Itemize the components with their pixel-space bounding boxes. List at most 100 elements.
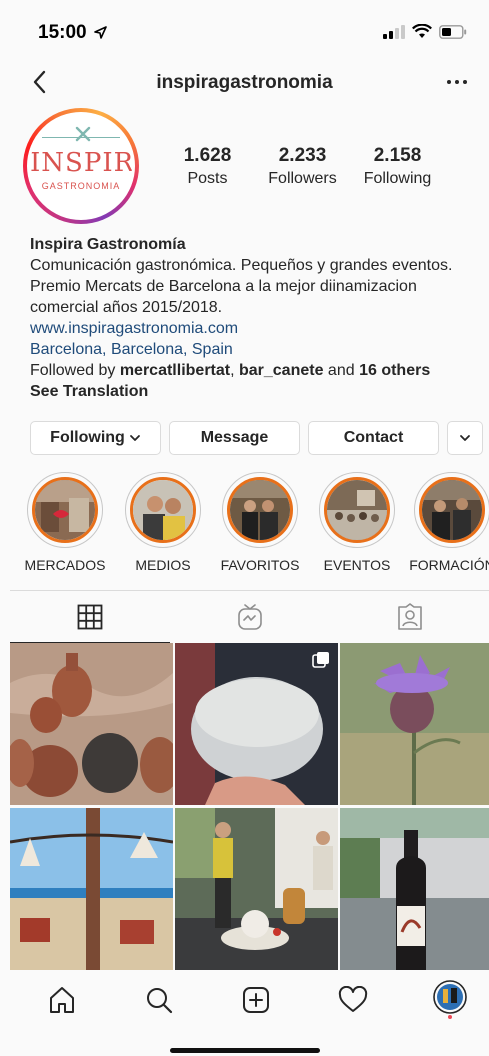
highlight-label: FAVORITOS [220, 557, 300, 573]
post-image-wine [340, 808, 489, 970]
stat-label: Following [363, 170, 432, 187]
post-image-pottery [10, 643, 173, 805]
highlight-mercados[interactable]: MERCADOS [20, 472, 110, 573]
nav-activity-button[interactable] [335, 982, 371, 1018]
highlight-ring [125, 472, 201, 548]
highlight-favoritos[interactable]: FAVORITOS [215, 472, 305, 573]
following-button-label: Following [50, 429, 125, 446]
status-time: 15:00 [38, 22, 107, 44]
see-translation-link[interactable]: See Translation [30, 381, 485, 402]
bottom-navigation [0, 972, 489, 1056]
stat-followers[interactable]: 2.233 Followers [255, 145, 350, 188]
logo-text: INSPIRA [30, 148, 135, 178]
signal-icon [383, 24, 405, 39]
nav-home-button[interactable] [44, 982, 80, 1018]
ellipsis-icon [447, 80, 467, 84]
highlight-cover [32, 477, 98, 543]
profile-username: inspiragastronomia [156, 72, 333, 93]
story-highlights: MERCADOS MEDIOS FAVORITOS EVENTOS FORMAC… [0, 472, 489, 582]
posts-grid [10, 643, 489, 973]
highlight-image [230, 480, 290, 540]
highlight-formacion[interactable]: FORMACIÓN [407, 472, 489, 573]
highlight-image [133, 480, 193, 540]
stat-value: 1.628 [183, 145, 232, 166]
highlight-label: EVENTOS [323, 557, 391, 573]
post-image-beach [10, 808, 173, 970]
highlight-label: MERCADOS [24, 557, 106, 573]
avatar-logo: INSPIRA GASTRONOMIA [27, 112, 135, 220]
add-post-icon [243, 987, 269, 1013]
profile-bio: Inspira Gastronomía Comunicación gastron… [30, 234, 485, 402]
profile-actions: Following Message Contact [30, 421, 485, 455]
highlight-ring [222, 472, 298, 548]
heart-icon [338, 986, 368, 1012]
profile-avatar-icon [433, 980, 467, 1019]
highlight-label: MEDIOS [135, 557, 191, 573]
igtv-icon [238, 604, 262, 630]
nav-new-post-button[interactable] [238, 982, 274, 1018]
highlight-cover [324, 477, 390, 543]
tab-posts-grid[interactable] [10, 591, 170, 643]
more-options-button[interactable] [443, 70, 471, 94]
stat-following[interactable]: 2.158 Following [350, 145, 445, 188]
highlight-image [422, 480, 482, 540]
profile-display-name: Inspira Gastronomía [30, 236, 186, 253]
logo-subtext: GASTRONOMIA [41, 181, 121, 191]
message-button-label: Message [200, 429, 269, 446]
wifi-icon [412, 24, 432, 38]
message-button[interactable]: Message [169, 421, 300, 455]
post-thumbnail[interactable] [175, 643, 338, 805]
highlight-ring [414, 472, 489, 548]
stat-posts[interactable]: 1.628 Posts [160, 145, 255, 188]
followed-by-prefix: Followed by [30, 362, 120, 379]
location-link[interactable]: Barcelona, Barcelona, Spain [30, 339, 485, 360]
status-bar: 15:00 [0, 0, 489, 58]
stat-value: 2.158 [373, 145, 422, 166]
highlight-label: FORMACIÓN [409, 557, 489, 573]
post-thumbnail[interactable] [175, 808, 338, 970]
stat-label: Followers [268, 170, 337, 187]
post-image-thistle [340, 643, 489, 805]
followed-by-user: mercatllibertat [119, 362, 231, 379]
home-indicator [170, 1048, 320, 1053]
post-image-event [175, 808, 338, 970]
tab-igtv[interactable] [170, 591, 330, 643]
post-thumbnail[interactable] [10, 643, 173, 805]
post-thumbnail[interactable] [10, 808, 173, 970]
contact-button[interactable]: Contact [308, 421, 439, 455]
followed-by[interactable]: Followed by mercatllibertat, bar_canete … [30, 360, 485, 381]
status-icons [383, 24, 467, 39]
bio-line: Comunicación gastronómica. Pequeños y gr… [30, 257, 453, 274]
post-thumbnail[interactable] [340, 808, 489, 970]
highlight-cover [227, 477, 293, 543]
highlight-image [327, 480, 387, 540]
search-icon [147, 988, 173, 1014]
nav-profile-button[interactable] [432, 980, 468, 1019]
highlight-eventos[interactable]: EVENTOS [312, 472, 402, 573]
following-button[interactable]: Following [30, 421, 161, 455]
grid-icon [77, 604, 103, 629]
post-thumbnail[interactable] [340, 643, 489, 805]
followed-by-user: bar_canete [238, 362, 324, 379]
website-link[interactable]: www.inspiragastronomia.com [30, 318, 485, 339]
battery-icon [439, 24, 467, 39]
highlight-image [35, 480, 95, 540]
tab-tagged[interactable] [330, 591, 489, 643]
suggested-accounts-button[interactable] [447, 421, 483, 455]
bio-line: comercial años 2015/2018. [30, 299, 223, 316]
chevron-down-icon [129, 435, 140, 441]
nav-search-button[interactable] [141, 982, 177, 1018]
logo-cross-icon [75, 126, 91, 142]
tagged-user-icon [398, 603, 422, 630]
profile-stats: 1.628 Posts 2.233 Followers 2.158 Follow… [160, 145, 460, 188]
highlight-medios[interactable]: MEDIOS [118, 472, 208, 573]
highlight-ring [319, 472, 395, 548]
home-icon [50, 987, 74, 1013]
bio-line: Premio Mercats de Barcelona a la mejor d… [30, 278, 417, 295]
stat-label: Posts [187, 170, 228, 187]
chevron-down-icon [460, 435, 470, 441]
profile-header: inspiragastronomia [0, 60, 489, 106]
highlight-cover [130, 477, 196, 543]
profile-avatar[interactable]: INSPIRA GASTRONOMIA [23, 108, 139, 224]
stat-value: 2.233 [278, 145, 327, 166]
